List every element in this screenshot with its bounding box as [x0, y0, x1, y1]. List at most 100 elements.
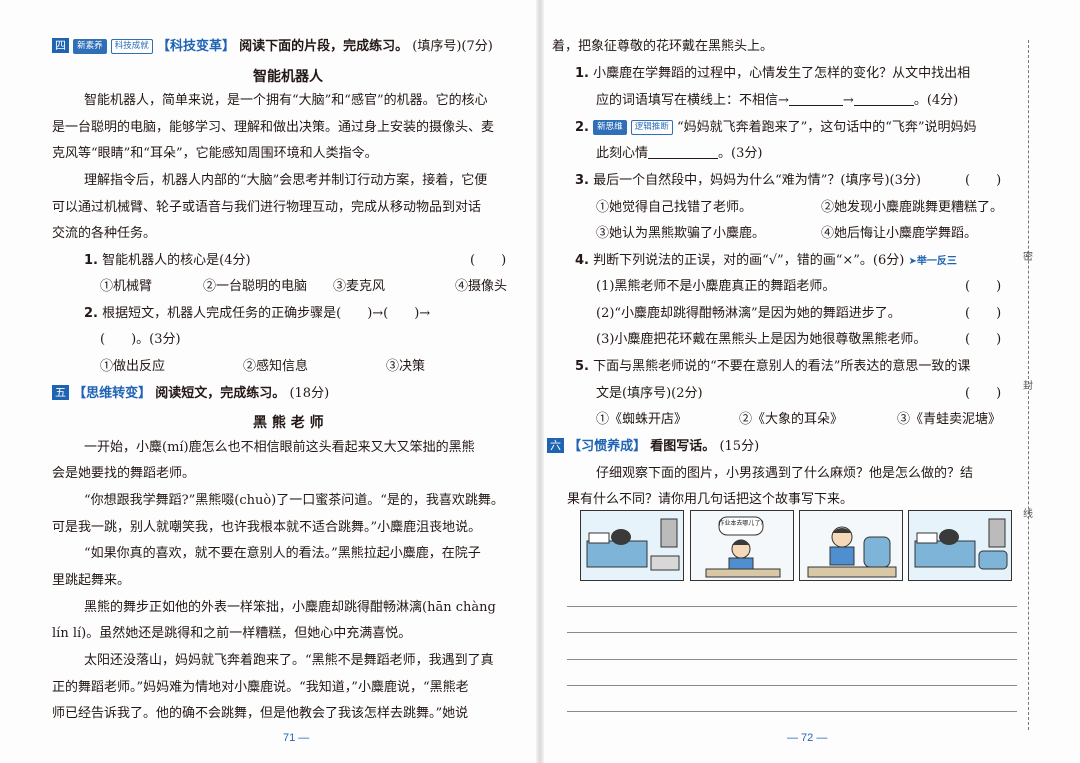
paragraph-line: 是一台聪明的电脑，能够学习、理解和做出决策。通过身上安装的摄像头、麦	[52, 120, 495, 135]
section-title: 【思维转变】	[73, 386, 152, 401]
tag-logic: 逻辑推断	[630, 120, 673, 135]
writing-line[interactable]	[567, 606, 1017, 607]
answer-paren[interactable]: ( )	[965, 327, 1001, 354]
question-5-3: 3. 最后一个自然段中，妈妈为什么“难为情”？(填序号)(3分)	[575, 168, 921, 195]
answer-paren[interactable]: ( )	[470, 248, 506, 275]
option[interactable]: ②一台聪明的电脑	[203, 274, 307, 301]
answer-paren[interactable]: ( )	[965, 301, 1001, 328]
paragraph-line: 一开始，小麋(mí)鹿怎么也不相信眼前这头看起来又大又笨拙的黑熊	[84, 440, 475, 455]
question-number: 2.	[575, 120, 589, 135]
answer-blank[interactable]	[788, 92, 843, 106]
question-text: 此刻心情	[596, 146, 649, 161]
question-5-2-answer: 此刻心情 。(3分)	[596, 141, 762, 168]
option[interactable]: ②感知信息	[243, 354, 308, 381]
writing-line[interactable]	[567, 685, 1017, 686]
option[interactable]: ③她认为黑熊欺骗了小麋鹿。	[596, 221, 765, 248]
question-4-2: 2. 根据短文，机器人完成任务的正确步骤是( )→( )→	[84, 301, 430, 328]
paragraph-line: 可是我一跳，别人就嘲笑我，也许我根本就不适合跳舞。”小麋鹿沮丧地说。	[52, 520, 482, 535]
section-lead: 阅读下面的片段，完成练习。	[239, 39, 409, 54]
option[interactable]: ①做出反应	[100, 354, 165, 381]
writing-line[interactable]	[567, 711, 1017, 712]
question-text: 下面与黑熊老师说的“不要在意别人的看法”所表达的意思一致的课	[593, 359, 971, 374]
question-text: 智能机器人的核心是(4分)	[102, 253, 251, 268]
section-6-header: 六 【习惯养成】 看图写话。 (15分)	[547, 434, 759, 461]
paragraph-line: “如果你真的喜欢，就不要在意别人的看法。”黑熊拉起小麋鹿，在院子	[84, 546, 481, 561]
option[interactable]: ②《大象的耳朵》	[739, 407, 843, 434]
page-fold	[536, 0, 544, 763]
section-number: 五	[52, 385, 69, 400]
answer-paren[interactable]: ( )	[965, 168, 1001, 195]
question-score: 。(4分)	[913, 93, 959, 108]
question-5-5: 5. 下面与黑熊老师说的“不要在意别人的看法”所表达的意思一致的课	[575, 354, 970, 381]
judgment-item: (2)“小麋鹿却跳得酣畅淋漓”是因为她的舞蹈进步了。	[596, 306, 901, 321]
option[interactable]: ④她后悔让小麋鹿学舞蹈。	[821, 221, 977, 248]
question-4-1: 1. 智能机器人的核心是(4分)	[84, 248, 251, 275]
question-5-1: 1. 小麋鹿在学舞蹈的过程中，心情发生了怎样的变化？从文中找出相	[575, 61, 970, 88]
paragraph-line: 仔细观察下面的图片，小男孩遇到了什么麻烦？他是怎么做的？结	[596, 466, 974, 481]
paragraph-line: 师已经告诉我了。他的确不会跳舞，但是他教会了我该怎样去跳舞。”她说	[52, 706, 469, 721]
tag-tech-achievement: 科技成就	[110, 39, 153, 54]
question-continuation[interactable]: ( )。(3分)	[100, 327, 181, 354]
question-5-1-answer: 应的词语填写在横线上：不相信→ → 。(4分)	[596, 88, 958, 115]
question-number: 1.	[575, 66, 589, 81]
section-note: (填序号)(7分)	[412, 39, 493, 54]
article-title-bear: 黑 熊 老 师	[253, 415, 324, 431]
arrow: →	[842, 93, 854, 108]
question-5-2: 2. 新思维 逻辑推断 “妈妈就飞奔着跑来了”，这句话中的“飞奔”说明妈妈	[575, 115, 977, 142]
option[interactable]: ③麦克风	[333, 274, 385, 301]
option[interactable]: ③决策	[386, 354, 425, 381]
page-number-left: 71 —	[283, 732, 310, 744]
answer-blank[interactable]	[648, 145, 719, 159]
writing-line[interactable]	[567, 632, 1017, 633]
option[interactable]: ①她觉得自己找错了老师。	[596, 195, 752, 222]
answer-paren[interactable]: ( )	[965, 381, 1001, 408]
story-picture-4	[908, 510, 1012, 581]
option[interactable]: ④摄像头	[455, 274, 507, 301]
section-lead: 阅读短文，完成练习。	[155, 386, 286, 401]
question-continuation: 文是(填序号)(2分)	[596, 386, 703, 401]
extension-link[interactable]: ➤举一反三	[908, 256, 956, 267]
answer-paren[interactable]: ( )	[965, 274, 1001, 301]
question-number: 2.	[84, 306, 98, 321]
question-5-4: 4. 判断下列说法的正误，对的画“√”，错的画“×”。(6分) ➤举一反三	[575, 248, 957, 276]
question-text: 小麋鹿在学舞蹈的过程中，心情发生了怎样的变化？从文中找出相	[593, 66, 971, 81]
question-number: 3.	[575, 173, 589, 188]
question-number: 1.	[84, 253, 98, 268]
paragraph-line: 着，把象征尊敬的花环戴在黑熊头上。	[552, 39, 774, 54]
speech-bubble-text: 作业本去哪儿了?	[718, 519, 763, 527]
paragraph-line: “你想跟我学舞蹈?”黑熊啜(chuò)了一口蜜茶问道。“是的，我喜欢跳舞。	[84, 493, 504, 508]
binding-mark: 线	[1023, 509, 1033, 520]
option[interactable]: ③《青蛙卖泥塘》	[897, 407, 1001, 434]
story-picture-3	[799, 510, 903, 581]
section-lead: 看图写话。	[650, 439, 716, 454]
paragraph-line: 正的舞蹈老师。”妈妈难为情地对小麋鹿说。“我知道，”小麋鹿说，“黑熊老	[52, 680, 469, 695]
question-text: “妈妈就飞奔着跑来了”，这句话中的“飞奔”说明妈妈	[676, 120, 977, 135]
tag-new-literacy: 新素养	[73, 39, 107, 54]
paragraph-line: 交流的各种任务。	[52, 226, 157, 241]
question-score: 。(3分)	[718, 146, 763, 161]
option[interactable]: ①《蜘蛛开店》	[596, 407, 687, 434]
paragraph-line: 会是她要找的舞蹈老师。	[52, 466, 196, 481]
paragraph-line: 理解指令后，机器人内部的“大脑”会思考并制订行动方案，接着，它便	[84, 173, 488, 188]
answer-blank[interactable]	[853, 92, 914, 106]
page-number-right: — 72 —	[787, 732, 828, 744]
question-number: 4.	[575, 253, 589, 268]
tag-new-thinking: 新思维	[593, 120, 627, 135]
binding-mark: 密	[1023, 252, 1033, 263]
question-text: 判断下列说法的正误，对的画“√”，错的画“×”。(6分)	[593, 253, 905, 268]
option[interactable]: ①机械臂	[100, 274, 152, 301]
section-number: 四	[52, 38, 69, 53]
writing-line[interactable]	[567, 659, 1017, 660]
option[interactable]: ②她发现小麋鹿跳舞更糟糕了。	[821, 195, 1003, 222]
section-number: 六	[547, 438, 564, 453]
question-text: 应的词语填写在横线上：不相信→	[596, 93, 789, 108]
question-text: 最后一个自然段中，妈妈为什么“难为情”？(填序号)(3分)	[593, 173, 921, 188]
section-5-header: 五 【思维转变】 阅读短文，完成练习。 (18分)	[52, 381, 329, 408]
binding-mark: 封	[1023, 381, 1033, 392]
section-title: 【科技变革】	[156, 39, 235, 54]
question-number: 5.	[575, 359, 589, 374]
paragraph-line: 黑熊的舞步正如他的外表一样笨拙，小麋鹿却跳得酣畅淋漓(hān chàng	[84, 600, 496, 615]
paragraph-line: 里跳起舞来。	[52, 573, 131, 588]
section-4-header: 四 新素养 科技成就 【科技变革】 阅读下面的片段，完成练习。 (填序号)(7分…	[52, 34, 493, 61]
judgment-item: (1)黑熊老师不是小麋鹿真正的舞蹈老师。	[596, 279, 836, 294]
